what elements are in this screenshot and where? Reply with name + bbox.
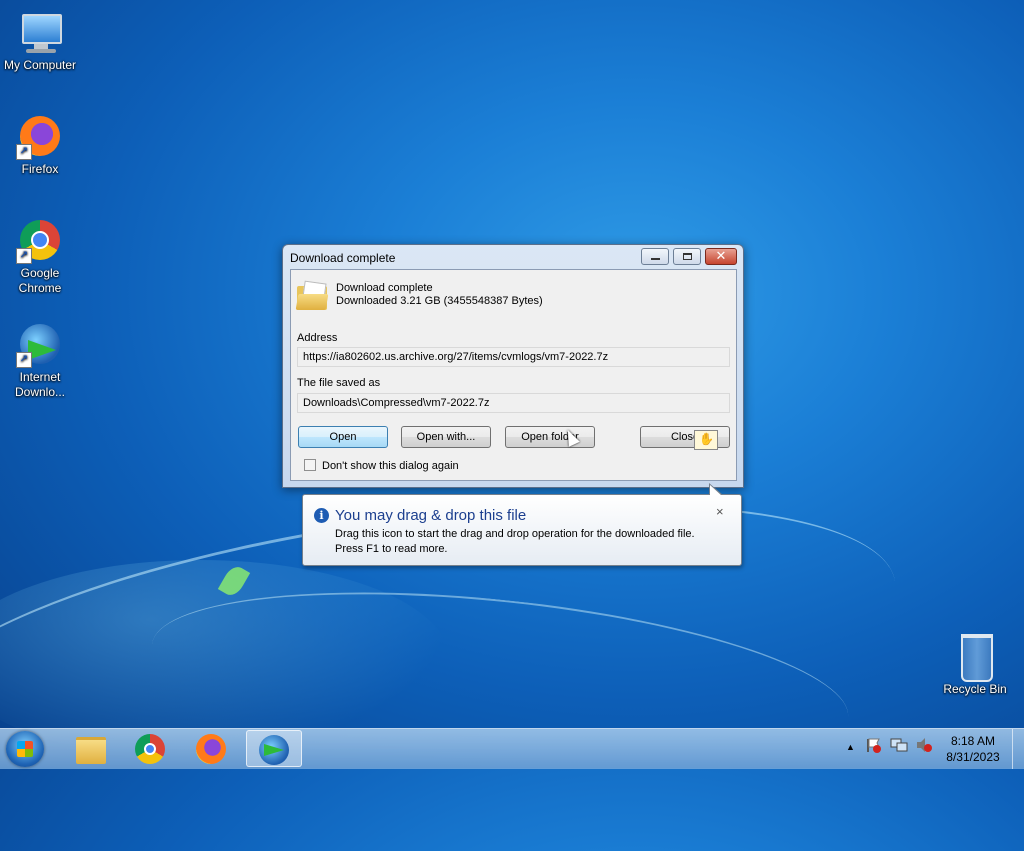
desktop-icon-label: Recycle Bin (943, 682, 1007, 696)
internet-download-manager-icon: ↗ (16, 320, 64, 368)
window-close-button[interactable]: ✕ (705, 248, 737, 265)
dialog-titlebar[interactable]: Download complete ✕ (283, 245, 743, 269)
dont-show-checkbox[interactable] (304, 459, 316, 471)
dont-show-label: Don't show this dialog again (322, 460, 459, 472)
desktop-icon-label: Internet Downlo... (14, 370, 66, 399)
system-clock[interactable]: 8:18 AM 8/31/2023 (938, 733, 1008, 765)
tooltip-body: Drag this icon to start the drag and dro… (335, 527, 695, 557)
desktop-icon-label: Google Chrome (18, 266, 62, 295)
desktop-icon-label: My Computer (3, 58, 77, 72)
internet-download-manager-icon (259, 735, 289, 765)
open-with-button[interactable]: Open with... (401, 426, 491, 448)
maximize-button[interactable] (673, 248, 701, 265)
desktop-icon-my-computer[interactable]: My Computer (0, 8, 80, 73)
open-folder-button[interactable]: Open folder (505, 426, 595, 448)
desktop-icon-idm[interactable]: ↗ Internet Downlo... (0, 320, 80, 400)
address-field[interactable]: https://ia802602.us.archive.org/27/items… (297, 347, 730, 367)
action-center-flag-icon[interactable] (865, 737, 881, 756)
download-heading: Download complete (336, 282, 433, 294)
computer-icon (16, 8, 64, 56)
tooltip-body-line1: Drag this icon to start the drag and dro… (335, 528, 695, 540)
show-hidden-icons-button[interactable]: ▲ (846, 742, 855, 752)
folder-icon (76, 737, 106, 764)
download-complete-dialog: Download complete ✕ Download complete Do… (282, 244, 744, 488)
drag-drop-tooltip: i You may drag & drop this file × Drag t… (302, 483, 742, 566)
saved-as-label: The file saved as (297, 377, 381, 389)
open-button[interactable]: Open (298, 426, 388, 448)
windows-logo-icon (17, 741, 33, 757)
tooltip-close-button[interactable]: × (716, 504, 724, 519)
desktop-icon-recycle-bin[interactable]: Recycle Bin (935, 632, 1015, 697)
desktop-icon-firefox[interactable]: ↗ Firefox (0, 112, 80, 177)
firefox-icon (196, 734, 226, 764)
tooltip-title: You may drag & drop this file (335, 507, 527, 524)
minimize-icon (651, 258, 660, 260)
saved-as-field[interactable]: Downloads\Compressed\vm7-2022.7z (297, 393, 730, 413)
network-icon[interactable] (890, 737, 908, 756)
address-label: Address (297, 332, 338, 344)
start-button[interactable] (6, 731, 44, 767)
download-size: Downloaded 3.21 GB (3455548387 Bytes) (336, 295, 543, 307)
dialog-title: Download complete (290, 251, 396, 265)
clock-date: 8/31/2023 (946, 750, 1000, 764)
chrome-icon: ↗ (16, 216, 64, 264)
volume-muted-icon[interactable] (915, 737, 933, 756)
taskbar-idm[interactable] (246, 730, 302, 767)
taskbar-explorer[interactable] (62, 730, 118, 767)
desktop-icon-chrome[interactable]: ↗ Google Chrome (0, 216, 80, 296)
chrome-icon (135, 734, 165, 764)
desktop-icon-label: Firefox (21, 162, 59, 176)
drag-drop-icon[interactable]: ✋ (694, 430, 718, 450)
close-icon: ✕ (715, 248, 727, 263)
dialog-client-area: Download complete Downloaded 3.21 GB (34… (290, 269, 737, 481)
taskbar-firefox[interactable] (184, 730, 240, 767)
info-icon: i (314, 508, 329, 523)
taskbar-chrome[interactable] (123, 730, 179, 767)
maximize-icon (683, 253, 692, 260)
minimize-button[interactable] (641, 248, 669, 265)
recycle-bin-icon (951, 632, 999, 682)
tooltip-body-line2: Press F1 to read more. (335, 543, 448, 555)
open-folder-icon (295, 280, 329, 310)
clock-time: 8:18 AM (950, 734, 996, 748)
taskbar: ▲ 8:18 AM 8/31/2023 (0, 728, 1024, 769)
show-desktop-button[interactable] (1012, 729, 1024, 769)
firefox-icon: ↗ (16, 112, 64, 160)
